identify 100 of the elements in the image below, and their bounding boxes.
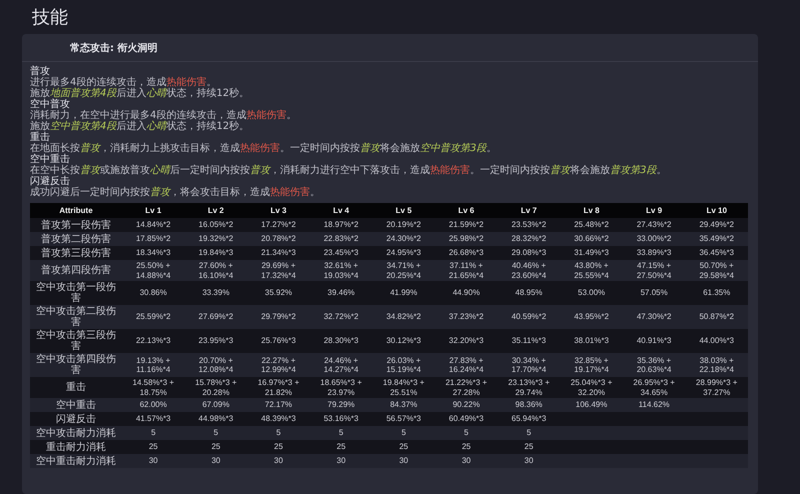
row-label: 空中攻击第三段伤害 [36,330,116,352]
table-cell: 30.66%*2 [574,234,609,244]
table-cell: 18.34%*3 [136,248,171,258]
table-cell: 18.97%*2 [324,220,358,230]
row-label: 普攻第三段伤害 [41,248,111,258]
table-cell: 37.23%*2 [448,312,484,322]
table-cell: 47.30%*2 [636,312,672,322]
table-cell: 61.35% [703,288,730,298]
table-cell: 50.87%*2 [699,312,734,322]
table-cell: 23.45%*3 [324,248,358,258]
column-header: Lv 7 [498,203,560,218]
table-cell: 5 [151,428,156,438]
table-cell: 50.70% + 29.58%*4 [699,261,734,280]
table-cell: 22.13%*3 [136,336,171,346]
table-cell: 19.84%*3 [198,248,234,258]
table-cell: 40.59%*2 [512,312,546,322]
description-text: 成功闪避后一定时间内按按普攻，将会攻击目标，造成热能伤害。 [30,187,321,198]
table-cell: 48.95% [515,288,542,298]
table-cell: 38.01%*3 [574,336,609,346]
row-label: 重击耐力消耗 [46,442,106,452]
table-cell: 67.09% [202,400,230,410]
table-cell: 34.71% + 20.25%*4 [386,261,422,280]
table-cell: 27.60% + 16.10%*4 [198,261,234,280]
table-cell: 15.78%*3 + 20.28% [195,378,237,396]
table-cell: 23.53%*2 [512,220,546,230]
table-cell: 40.46% + 23.60%*4 [512,261,546,280]
table-cell: 30.12%*3 [386,336,422,346]
table-cell: 26.03% + 15.19%*4 [386,356,422,374]
table-cell: 25 [274,442,283,452]
column-header: Lv 9 [622,203,686,218]
table-cell: 30 [211,456,220,466]
table-cell: 106.49% [576,400,608,410]
row-label: 空中重击 [56,400,96,410]
table-cell: 35.36% + 20.63%*4 [636,356,672,374]
table-cell: 25 [148,442,158,452]
column-header: Lv 1 [122,203,185,218]
table-cell: 25.04%*3 + 32.20% [570,378,612,396]
table-cell: 25 [524,442,534,452]
table-cell: 5 [401,428,406,438]
table-cell: 24.30%*2 [386,234,422,244]
table-cell: 25 [336,442,346,452]
table-cell: 90.22% [452,400,480,410]
table-cell: 29.79%*2 [261,312,296,322]
table-cell: 16.05%*2 [198,220,234,230]
table-cell: 29.08%*3 [512,248,546,258]
row-label: 普攻第一段伤害 [41,220,111,230]
table-cell: 26.95%*3 + 34.65% [633,378,675,396]
table-cell: 29.49%*2 [699,220,734,230]
description-text: 消耗耐力，在空中进行最多4段的连续攻击，造成热能伤害。 [30,110,298,121]
table-cell: 35.92% [264,288,292,298]
table-cell: 28.32%*2 [512,234,546,244]
table-cell: 20.19%*2 [386,220,422,230]
table-cell: 28.30%*3 [324,336,358,346]
row-label: 闪避反击 [56,414,96,424]
table-cell: 30.34% + 17.70%*4 [512,356,546,374]
section-label: 普攻 [30,66,51,77]
table-cell: 44.90% [452,288,480,298]
table-cell: 30 [274,456,283,466]
table-cell: 30 [336,456,346,466]
table-cell: 33.89%*3 [636,248,672,258]
table-cell: 32.72%*2 [324,312,358,322]
row-label: 空中攻击第二段伤害 [36,306,116,328]
table-cell: 21.22%*3 + 27.28% [445,378,488,396]
table-cell: 32.20%*3 [448,336,484,346]
table-cell: 27.83% + 16.24%*4 [448,356,484,374]
table-cell: 47.15% + 27.50%*4 [636,261,672,280]
table-cell: 33.39% [202,288,230,298]
table-cell: 41.57%*3 [136,414,171,424]
table-cell: 19.32%*2 [198,234,234,244]
table-cell: 40.91%*3 [636,336,672,346]
table-cell: 79.29% [328,400,355,410]
table-cell: 22.83%*2 [324,234,358,244]
table-cell: 19.84%*3 + 25.51% [382,378,424,396]
page-title: 技能 [32,6,69,30]
row-label: 普攻第二段伤害 [41,234,111,244]
table-cell: 23.13%*3 + 29.74% [508,378,550,396]
row-label: 空中重击耐力消耗 [36,456,116,466]
table-cell: 48.39%*3 [261,414,296,424]
table-cell: 23.95%*3 [198,336,234,346]
table-cell: 5 [338,428,344,438]
table-cell: 17.27%*2 [261,220,296,230]
table-cell: 25.98%*2 [448,234,484,244]
card-title: 常态攻击: 衔火洞明 [22,34,758,62]
table-cell: 27.43%*2 [636,220,672,230]
table-cell: 21.59%*2 [448,220,484,230]
column-header: Lv 10 [685,203,748,218]
table-cell: 29.69% + 17.32%*4 [261,261,296,280]
column-header: Lv 6 [434,203,498,218]
table-cell: 25.48%*2 [574,220,609,230]
table-cell: 25.59%*2 [136,312,171,322]
table-cell: 60.49%*3 [448,414,484,424]
table-cell: 65.94%*3 [512,414,546,424]
row-label: 普攻第四段伤害 [41,265,111,276]
table-cell: 17.85%*2 [136,234,171,244]
description-text: 在地面长按普攻，消耗耐力上挑攻击目标，造成热能伤害。一定时间内按按普攻将会施放空中普攻第3段。 [30,143,498,154]
table-cell: 62.00% [140,400,167,410]
table-cell: 36.45%*3 [699,248,734,258]
table-cell: 32.85% + 19.17%*4 [574,356,609,374]
table-cell: 20.78%*2 [261,234,296,244]
table-cell: 98.36% [515,400,542,410]
